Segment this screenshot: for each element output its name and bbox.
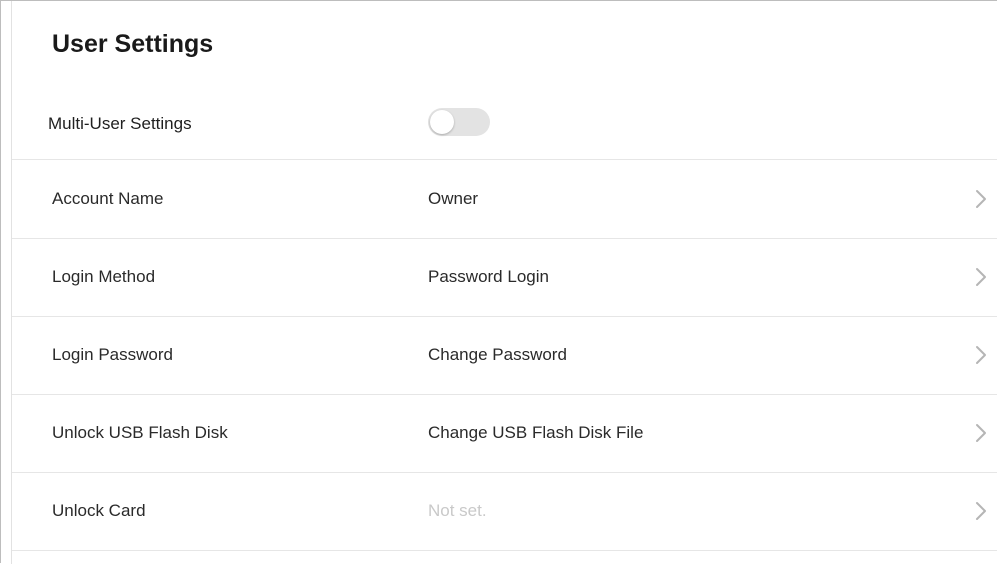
unlock-usb-flash-disk-label: Unlock USB Flash Disk bbox=[52, 423, 228, 442]
login-password-label: Login Password bbox=[52, 345, 173, 364]
account-name-row[interactable]: Account Name Owner bbox=[12, 160, 997, 239]
login-password-row[interactable]: Login Password Change Password bbox=[12, 316, 997, 395]
page-title: User Settings bbox=[52, 30, 214, 58]
chevron-right-icon bbox=[976, 346, 986, 364]
login-method-value: Password Login bbox=[428, 267, 549, 286]
account-name-value: Owner bbox=[428, 189, 479, 208]
multi-user-settings-row: Multi-User Settings bbox=[12, 96, 997, 160]
account-name-label: Account Name bbox=[52, 189, 164, 208]
chevron-right-icon bbox=[976, 190, 986, 208]
unlock-card-row[interactable]: Unlock Card Not set. bbox=[12, 472, 997, 551]
settings-panel: User Settings Multi-User Settings Accoun… bbox=[11, 1, 997, 564]
unlock-usb-flash-disk-value: Change USB Flash Disk File bbox=[428, 423, 644, 442]
login-method-label: Login Method bbox=[52, 267, 156, 286]
unlock-card-label: Unlock Card bbox=[52, 501, 146, 520]
multi-user-toggle[interactable] bbox=[428, 108, 490, 136]
chevron-right-icon bbox=[976, 502, 986, 520]
login-password-value: Change Password bbox=[428, 345, 567, 364]
unlock-usb-flash-disk-row[interactable]: Unlock USB Flash Disk Change USB Flash D… bbox=[12, 394, 997, 473]
toggle-knob bbox=[430, 110, 454, 134]
multi-user-settings-label: Multi-User Settings bbox=[48, 114, 192, 133]
chevron-right-icon bbox=[976, 424, 986, 442]
unlock-card-value: Not set. bbox=[428, 501, 487, 520]
window-frame: User Settings Multi-User Settings Accoun… bbox=[0, 0, 997, 564]
login-method-row[interactable]: Login Method Password Login bbox=[12, 238, 997, 317]
chevron-right-icon bbox=[976, 268, 986, 286]
